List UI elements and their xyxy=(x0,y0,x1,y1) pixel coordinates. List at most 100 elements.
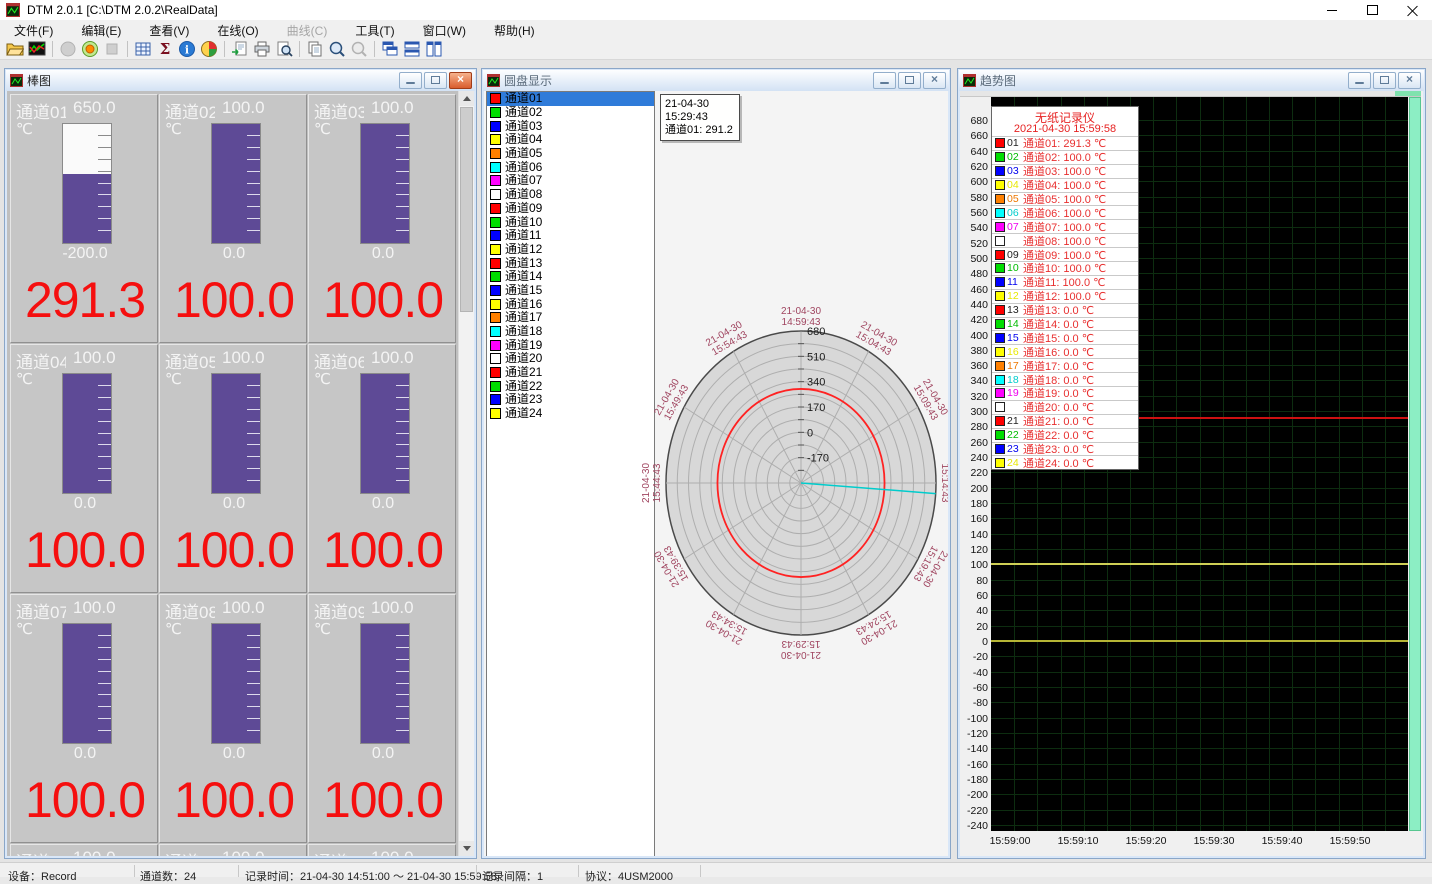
legend-row: 12通道12: 100.0 ℃ xyxy=(992,289,1138,303)
bar-tick xyxy=(247,433,260,434)
data-table-icon[interactable] xyxy=(133,39,153,59)
bar-tick xyxy=(247,444,260,445)
trend-window-minimize-button[interactable] xyxy=(1348,72,1371,89)
bar-chart-window: 棒图 × 通道01650.0℃-200.0291.3通道02100.0℃0.01… xyxy=(4,68,477,859)
v-gridline xyxy=(1339,97,1340,831)
statistics-sigma-icon[interactable]: Σ xyxy=(155,39,175,59)
bar-fill xyxy=(212,124,260,243)
export-icon[interactable] xyxy=(230,39,250,59)
y-axis-label: 120 xyxy=(960,544,988,556)
run-disabled-icon[interactable] xyxy=(58,39,78,59)
x-axis-label: 15:59:20 xyxy=(1126,835,1167,847)
app-title-bar[interactable]: DTM 2.0.1 [C:\DTM 2.0.2\RealData] xyxy=(0,0,1432,20)
legend-color-swatch xyxy=(995,250,1005,260)
stop-disabled-icon[interactable] xyxy=(102,39,122,59)
y-axis-label: -100 xyxy=(960,713,988,725)
legend-channel-number: 07 xyxy=(1007,221,1023,233)
legend-channel-number: 12 xyxy=(1007,290,1023,302)
v-gridline xyxy=(1200,97,1201,831)
bar-tick xyxy=(98,468,111,469)
bar-window-restore-button[interactable] xyxy=(424,72,447,89)
v-gridline xyxy=(1223,97,1224,831)
bar-cell: 通道07100.0℃0.0100.0 xyxy=(10,594,158,843)
bar-fill xyxy=(361,374,409,493)
y-axis-label: 140 xyxy=(960,529,988,541)
menu-item[interactable]: 曲线(C) xyxy=(273,20,342,38)
bar-tick xyxy=(396,194,409,195)
print-preview-icon[interactable] xyxy=(274,39,294,59)
legend-channel-number: 09 xyxy=(1007,249,1023,261)
scroll-down-arrow-icon[interactable] xyxy=(459,841,474,856)
disc-window-close-button[interactable]: × xyxy=(923,72,946,89)
cascade-windows-icon[interactable] xyxy=(380,39,400,59)
realtime-chart-icon[interactable] xyxy=(27,39,47,59)
print-icon[interactable] xyxy=(252,39,272,59)
disc-window-minimize-button[interactable] xyxy=(873,72,896,89)
bar-current-value: 100.0 xyxy=(160,271,308,329)
disc-display-window: 圆盘显示 × 通道01通道02通道03通道04通道05通道06通道07通道08通… xyxy=(481,68,951,859)
bar-tick xyxy=(396,718,409,719)
menu-item[interactable]: 文件(F) xyxy=(0,20,67,38)
bar-cell: 通道03100.0℃0.0100.0 xyxy=(308,94,456,343)
y-axis-label: 660 xyxy=(960,130,988,142)
menu-item[interactable]: 编辑(E) xyxy=(67,20,135,38)
y-axis-label: 220 xyxy=(960,467,988,479)
legend-channel-number: 18 xyxy=(1007,374,1023,386)
legend-color-swatch xyxy=(995,138,1005,148)
trend-vertical-scrollbar[interactable] xyxy=(1409,97,1421,831)
trend-chart-window: 趋势图 × 无纸记录仪 2021-04-30 15:59:58 01通道01: … xyxy=(957,68,1426,859)
open-file-icon[interactable] xyxy=(5,39,25,59)
toolbar-separator xyxy=(299,41,300,57)
pie-chart-icon[interactable] xyxy=(199,39,219,59)
bar-tick xyxy=(98,230,111,231)
toolbar-separator xyxy=(52,41,53,57)
menu-item[interactable]: 在线(O) xyxy=(203,20,272,38)
status-separator xyxy=(700,865,701,877)
menu-item[interactable]: 帮助(H) xyxy=(480,20,549,38)
bar-window-close-button[interactable]: × xyxy=(449,72,472,89)
polar-time-label: 21-04-3014:59:43 xyxy=(781,306,821,328)
bar-tick xyxy=(247,147,260,148)
info-icon[interactable]: i xyxy=(177,39,197,59)
disc-window-title-bar[interactable]: 圆盘显示 × xyxy=(483,70,949,91)
legend-channel-number: 21 xyxy=(1007,415,1023,427)
trend-window-title-bar[interactable]: 趋势图 × xyxy=(959,70,1424,91)
tile-horizontal-icon[interactable] xyxy=(402,39,422,59)
scrollbar-thumb[interactable] xyxy=(460,107,473,312)
bar-cell-header: 通道02100.0 xyxy=(165,98,303,118)
legend-row: 18通道18: 0.0 ℃ xyxy=(992,372,1138,386)
v-gridline xyxy=(1385,97,1386,831)
bar-window-scrollbar[interactable] xyxy=(458,91,474,856)
menu-item[interactable]: 查看(V) xyxy=(135,20,203,38)
trend-window-restore-button[interactable] xyxy=(1373,72,1396,89)
y-axis-label: 440 xyxy=(960,299,988,311)
y-axis-label: 580 xyxy=(960,192,988,204)
menu-item[interactable]: 工具(T) xyxy=(341,20,408,38)
polar-time-label: 21-04-3015:29:43 xyxy=(781,638,821,660)
record-icon[interactable] xyxy=(80,39,100,59)
menu-item[interactable]: 窗口(W) xyxy=(409,20,480,38)
disc-window-restore-button[interactable] xyxy=(898,72,921,89)
trend-window-close-button[interactable]: × xyxy=(1398,72,1421,89)
bar-max-value: 100.0 xyxy=(371,848,414,856)
y-axis-label: 560 xyxy=(960,207,988,219)
app-minimize-button[interactable] xyxy=(1312,0,1352,20)
bar-current-value: 100.0 xyxy=(11,771,159,829)
bar-channel-name: 通道11 xyxy=(165,848,215,856)
zoom-icon[interactable] xyxy=(327,39,347,59)
scroll-up-arrow-icon[interactable] xyxy=(459,91,474,106)
tile-vertical-icon[interactable] xyxy=(424,39,444,59)
zoom-disabled-icon[interactable] xyxy=(349,39,369,59)
legend-color-swatch xyxy=(995,194,1005,204)
app-restore-button[interactable] xyxy=(1352,0,1392,20)
bar-tick xyxy=(247,397,260,398)
status-item: 设备：Record xyxy=(8,868,76,884)
bar-window-title-bar[interactable]: 棒图 × xyxy=(6,70,475,91)
legend-row: 22通道22: 0.0 ℃ xyxy=(992,428,1138,442)
bar-current-value: 100.0 xyxy=(160,771,308,829)
copy-icon[interactable] xyxy=(305,39,325,59)
bar-window-minimize-button[interactable] xyxy=(399,72,422,89)
scrollbar-thumb[interactable] xyxy=(1395,91,1421,96)
app-close-button[interactable] xyxy=(1392,0,1432,20)
polar-time-label: 21-04-3015:14:43 xyxy=(939,463,948,503)
